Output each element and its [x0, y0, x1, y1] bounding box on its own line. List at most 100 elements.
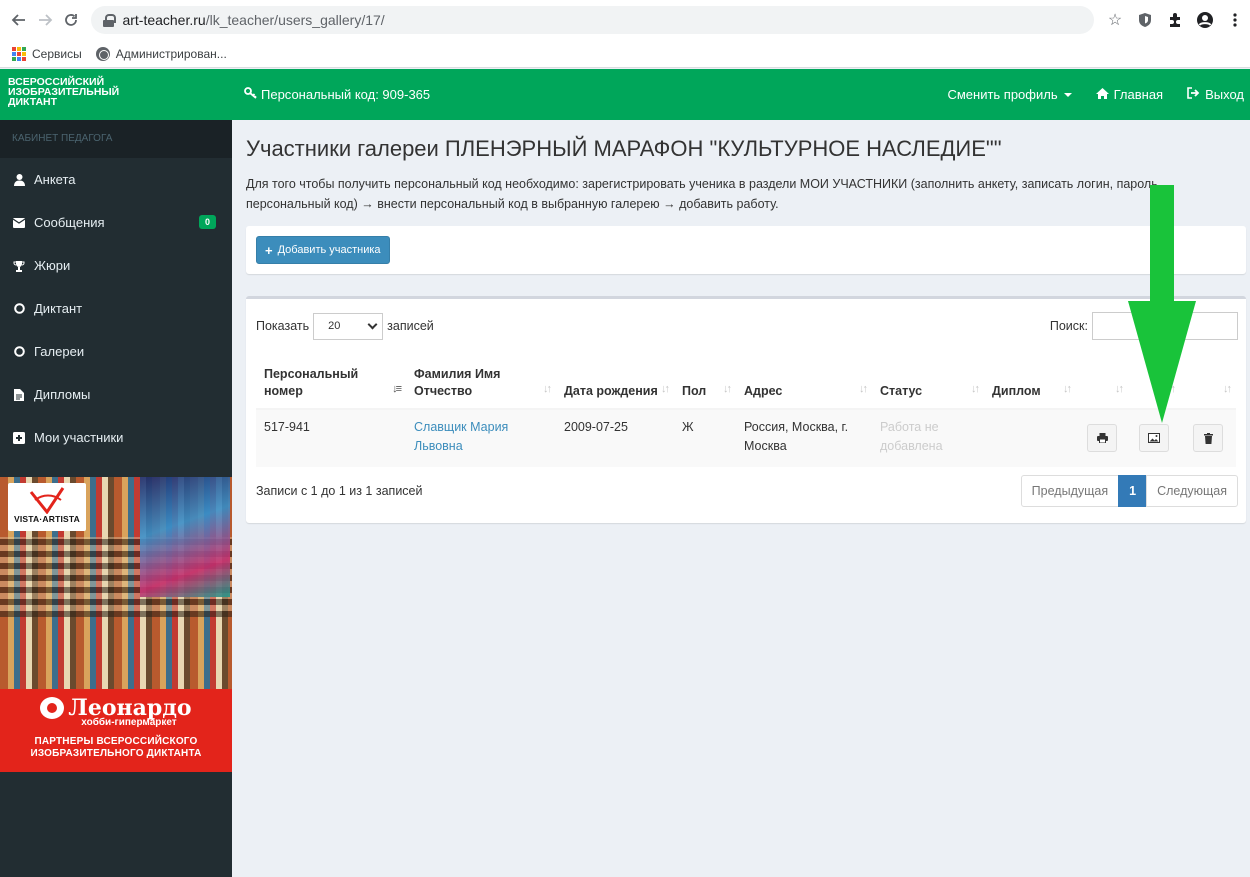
site-logo[interactable]: ВСЕРОССИЙСКИЙ ИЗОБРАЗИТЕЛЬНЫЙ ДИКТАНТ — [0, 69, 232, 120]
add-participant-button[interactable]: + Добавить участника — [256, 236, 390, 264]
add-participant-box: + Добавить участника — [246, 226, 1246, 274]
status-text: Работа не добавлена — [880, 420, 943, 453]
reload-icon[interactable] — [58, 7, 84, 33]
envelope-icon — [12, 217, 26, 228]
personal-code: Персональный код: 909-365 — [244, 87, 430, 102]
shield-icon[interactable] — [1130, 6, 1160, 34]
profile-icon[interactable] — [1190, 6, 1220, 34]
trash-icon — [1203, 432, 1213, 444]
sidebar-item-my-participants[interactable]: Мои участники — [0, 416, 232, 459]
pagination-next[interactable]: Следующая — [1146, 475, 1238, 507]
column-header-name[interactable]: Фамилия Имя Отчество ↓↑ — [406, 353, 556, 410]
column-header-print[interactable]: ↓↑ — [1076, 353, 1128, 410]
address-bar[interactable]: art-teacher.ru/lk_teacher/users_gallery/… — [91, 6, 1095, 34]
sort-asc-icon: ↓≡ — [392, 383, 402, 395]
partner-ad-banner[interactable]: VISTA·ARTISTA Леонардо хобби-гипермаркет… — [0, 477, 232, 772]
star-icon[interactable]: ☆ — [1100, 6, 1130, 34]
sidebar-item-diplomas[interactable]: Дипломы — [0, 373, 232, 416]
bookmark-admin[interactable]: Администрирован... — [95, 46, 227, 61]
cell-diploma — [984, 409, 1076, 467]
lock-icon — [103, 13, 117, 27]
pagination-prev[interactable]: Предыдущая — [1020, 475, 1120, 507]
participants-table: Персональный номер ↓≡ Фамилия Имя Отчеств… — [256, 353, 1236, 467]
add-image-button[interactable] — [1139, 424, 1169, 452]
page-length-value: 20 — [328, 320, 341, 332]
cell-gender: Ж — [674, 409, 736, 467]
table-row: 517-941 Славщик Мария Львовна 2009-07-25… — [256, 409, 1236, 467]
column-header-address[interactable]: Адрес ↓↑ — [736, 353, 872, 410]
sidebar-item-dictation[interactable]: Диктант — [0, 287, 232, 330]
sidebar-item-profile[interactable]: Анкета — [0, 158, 232, 201]
file-icon — [12, 388, 26, 401]
back-icon[interactable] — [6, 7, 32, 33]
cell-status: Работа не добавлена — [872, 409, 984, 467]
table-info: Записи с 1 до 1 из 1 записей — [256, 484, 423, 498]
plus-icon: + — [265, 242, 273, 258]
sidebar-item-messages[interactable]: Сообщения 0 — [0, 201, 232, 244]
cell-birth: 2009-07-25 — [556, 409, 674, 467]
switch-profile-label: Сменить профиль — [947, 87, 1058, 102]
plus-square-icon — [12, 431, 26, 444]
sort-icon: ↓↑ — [1115, 383, 1124, 395]
url-host: art-teacher.ru — [122, 12, 206, 28]
key-icon — [244, 87, 257, 102]
url-path: /lk_teacher/users_gallery/17/ — [205, 12, 385, 28]
partners-line: ПАРТНЕРЫ ВСЕРОССИЙСКОГО — [34, 736, 198, 747]
column-header-diploma[interactable]: Диплом ↓↑ — [984, 353, 1076, 410]
search-label: Поиск: — [1049, 319, 1088, 333]
sign-out-icon — [1187, 87, 1200, 102]
messages-count-badge: 0 — [198, 215, 216, 229]
bookmark-services[interactable]: Сервисы — [12, 46, 82, 61]
home-link[interactable]: Главная — [1095, 87, 1163, 102]
sort-icon: ↓↑ — [661, 383, 670, 395]
column-header-status[interactable]: Статус ↓↑ — [872, 353, 984, 410]
bookmark-label: Администрирован... — [115, 46, 227, 61]
column-header-gender[interactable]: Пол ↓↑ — [674, 353, 736, 410]
participants-table-box: Показать 20 записей Поиск: Персональный … — [246, 296, 1246, 523]
menu-icon[interactable] — [1220, 6, 1250, 34]
sidebar-item-label: Галереи — [34, 344, 85, 359]
vista-logo-text: VISTA·ARTISTA — [13, 514, 81, 524]
sidebar-item-label: Сообщения — [34, 215, 105, 230]
sort-icon: ↓↑ — [971, 383, 980, 395]
print-button[interactable] — [1087, 424, 1117, 452]
cell-print — [1076, 409, 1128, 467]
print-icon — [1096, 433, 1108, 443]
sort-icon: ↓↑ — [1223, 383, 1232, 395]
circle-icon — [12, 346, 26, 357]
column-header-birth[interactable]: Дата рождения ↓↑ — [556, 353, 674, 410]
sidebar-item-jury[interactable]: Жюри — [0, 244, 232, 287]
pagination-page[interactable]: 1 — [1118, 475, 1148, 507]
page-length-select[interactable]: 20 — [313, 312, 384, 340]
apps-grid-icon — [12, 46, 26, 61]
extensions-icon[interactable] — [1160, 6, 1190, 34]
sidebar-item-label: Анкета — [34, 172, 76, 187]
caret-down-icon — [1063, 92, 1072, 97]
column-header-number[interactable]: Персональный номер ↓≡ — [256, 353, 406, 410]
page-title: Участники галереи ПЛЕНЭРНЫЙ МАРАФОН "КУЛ… — [246, 136, 1002, 161]
vista-artista-logo: VISTA·ARTISTA — [8, 483, 86, 531]
sidebar: ВСЕРОССИЙСКИЙ ИЗОБРАЗИТЕЛЬНЫЙ ДИКТАНТ КА… — [0, 69, 232, 877]
delete-button[interactable] — [1193, 424, 1223, 452]
leonardo-brand-name: Леонардо — [68, 695, 192, 721]
logo-line: ДИКТАНТ — [8, 96, 58, 108]
logout-label: Выход — [1205, 87, 1244, 102]
sidebar-item-label: Мои участники — [34, 430, 124, 445]
sidebar-item-label: Диктант — [34, 301, 83, 316]
records-label: записей — [387, 319, 434, 333]
page-description: Для того чтобы получить персональный код… — [246, 177, 1162, 211]
home-icon — [1095, 87, 1109, 102]
cell-number: 517-941 — [256, 409, 406, 467]
image-icon — [1148, 433, 1160, 443]
main-content: Участники галереи ПЛЕНЭРНЫЙ МАРАФОН "КУЛ… — [246, 120, 1246, 523]
sort-icon: ↓↑ — [543, 383, 552, 395]
cell-address: Россия, Москва, г. Москва — [736, 409, 872, 467]
forward-icon[interactable] — [32, 7, 58, 33]
sidebar-item-galleries[interactable]: Галереи — [0, 330, 232, 373]
logout-link[interactable]: Выход — [1187, 87, 1244, 102]
participant-name-link[interactable]: Славщик Мария Львовна — [414, 420, 508, 453]
sort-icon: ↓↑ — [859, 383, 868, 395]
bookmarks-bar: Сервисы Администрирован... — [0, 40, 1250, 68]
sort-icon: ↓↑ — [1063, 383, 1072, 395]
switch-profile-dropdown[interactable]: Сменить профиль — [947, 87, 1072, 102]
